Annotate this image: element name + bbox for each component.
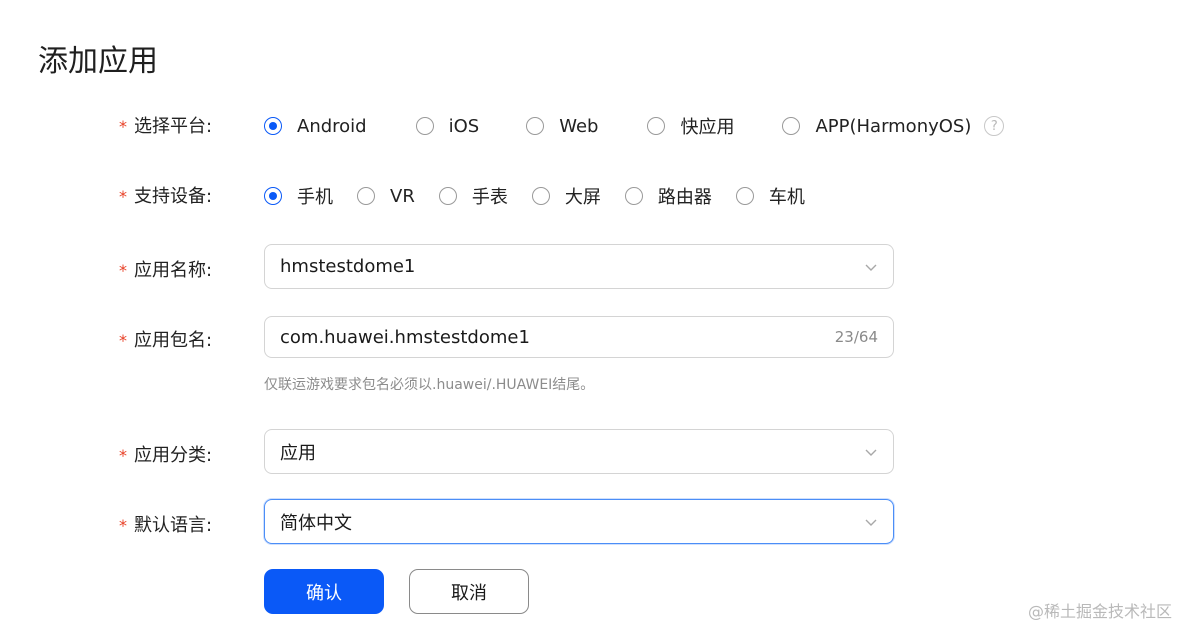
radio-ios[interactable]: iOS <box>415 116 479 137</box>
help-icon[interactable]: ? <box>984 116 1005 136</box>
required-asterisk: * <box>119 117 127 136</box>
radio-indicator <box>357 187 375 205</box>
required-asterisk: * <box>119 187 127 206</box>
required-asterisk: * <box>119 446 127 465</box>
radio-indicator <box>647 117 666 135</box>
cancel-button[interactable]: 取消 <box>409 569 529 614</box>
app-name-label: * 应用名称: <box>119 260 213 281</box>
category-select[interactable]: 应用 <box>264 429 894 474</box>
radio-indicator <box>264 117 282 135</box>
radio-router[interactable]: 路由器 <box>624 183 712 209</box>
category-label: * 应用分类: <box>119 445 213 466</box>
radio-indicator <box>531 187 550 205</box>
package-name-hint: 仅联运游戏要求包名必须以.huawei/.HUAWEI结尾。 <box>264 377 595 393</box>
page-title: 添加应用 <box>38 44 158 79</box>
radio-android[interactable]: Android <box>264 116 367 137</box>
radio-indicator <box>782 117 801 135</box>
chevron-down-icon <box>865 264 877 271</box>
package-name-input[interactable]: com.huawei.hmstestdome1 23/64 <box>264 316 894 358</box>
radio-car[interactable]: 车机 <box>735 183 805 209</box>
platform-radio-group: Android iOS Web 快应用 APP(HarmonyOS) ? <box>264 113 1005 139</box>
radio-big-screen[interactable]: 大屏 <box>531 183 601 209</box>
required-asterisk: * <box>119 516 127 535</box>
devices-label: * 支持设备: <box>119 186 213 207</box>
radio-harmonyos[interactable]: APP(HarmonyOS) <box>782 116 971 137</box>
required-asterisk: * <box>119 331 127 350</box>
required-asterisk: * <box>119 261 127 280</box>
package-name-label: * 应用包名: <box>119 330 213 351</box>
radio-watch[interactable]: 手表 <box>438 183 508 209</box>
devices-radio-group: 手机 VR 手表 大屏 路由器 车机 <box>264 183 805 209</box>
language-select[interactable]: 简体中文 <box>264 499 894 544</box>
radio-indicator <box>415 117 434 135</box>
radio-indicator <box>526 117 545 135</box>
chevron-down-icon <box>865 519 877 526</box>
radio-quick-app[interactable]: 快应用 <box>647 113 734 139</box>
chevron-down-icon <box>865 449 877 456</box>
radio-web[interactable]: Web <box>526 116 598 137</box>
radio-indicator <box>735 187 754 205</box>
radio-indicator <box>624 187 643 205</box>
radio-indicator <box>264 187 282 205</box>
radio-phone[interactable]: 手机 <box>264 183 333 209</box>
platform-label: * 选择平台: <box>119 116 213 137</box>
app-name-select[interactable]: hmstestdome1 <box>264 244 894 289</box>
char-counter: 23/64 <box>834 328 878 346</box>
confirm-button[interactable]: 确认 <box>264 569 384 614</box>
radio-indicator <box>438 187 457 205</box>
watermark: @稀土掘金技术社区 <box>1027 602 1172 621</box>
radio-vr[interactable]: VR <box>357 186 415 207</box>
language-label: * 默认语言: <box>119 515 213 536</box>
